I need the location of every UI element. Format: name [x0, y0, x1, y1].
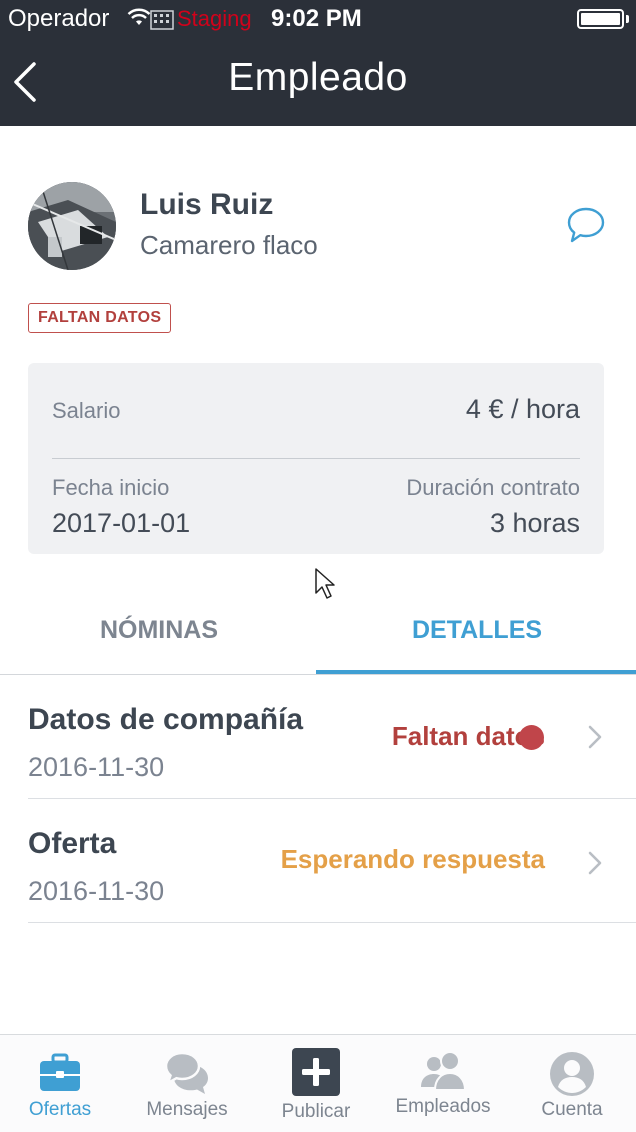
row-title: Oferta	[28, 827, 117, 860]
start-date-value: 2017-01-01	[52, 508, 191, 538]
status-badge: FALTAN DATOS	[28, 303, 172, 333]
row-divider	[28, 922, 636, 923]
tab-mensajes[interactable]: Mensajes	[127, 1035, 247, 1132]
briefcase-icon	[40, 1053, 80, 1091]
duration-label: Duración contrato	[406, 475, 580, 500]
building-icon	[150, 10, 174, 30]
chevron-right-icon	[588, 725, 602, 749]
alert-dot-icon	[519, 725, 544, 750]
salary-value: 4 € / hora	[465, 394, 580, 424]
environment-label: Staging	[177, 6, 252, 31]
mouse-cursor-icon	[315, 568, 335, 599]
row-date: 2016-11-30	[28, 752, 165, 782]
tab-label: Ofertas	[28, 1099, 92, 1120]
salary-label: Salario	[52, 398, 121, 423]
employee-role: Camarero flaco	[140, 230, 318, 260]
list-item-company-data[interactable]: Datos de compañía 2016-11-30 Faltan dato…	[28, 675, 636, 799]
status-bar: Operador Staging 9:02 PM	[0, 0, 636, 38]
tab-label: Cuenta	[541, 1099, 603, 1120]
bottom-tab-bar: Ofertas Mensajes Publicar Empleados Cuen…	[0, 1034, 636, 1132]
page-title: Empleado	[228, 56, 408, 99]
tab-label: Mensajes	[146, 1099, 228, 1120]
avatar	[28, 182, 116, 270]
battery-level	[581, 13, 620, 25]
carrier-label: Operador	[8, 5, 110, 32]
contract-info-card: Salario 4 € / hora Fecha inicio 2017-01-…	[28, 363, 604, 554]
tab-empleados[interactable]: Empleados	[383, 1035, 503, 1132]
row-date: 2016-11-30	[28, 876, 165, 906]
tab-ofertas[interactable]: Ofertas	[0, 1035, 120, 1132]
tab-detalles[interactable]: DETALLES	[318, 600, 636, 675]
clock: 9:02 PM	[271, 5, 362, 32]
tab-publicar[interactable]: Publicar	[256, 1035, 376, 1132]
wifi-icon	[127, 8, 151, 25]
navigation-bar: Empleado	[0, 38, 636, 126]
chat-bubbles-icon	[164, 1051, 208, 1094]
battery-icon	[577, 9, 624, 29]
plus-square-icon	[292, 1048, 340, 1096]
chat-icon[interactable]	[566, 205, 606, 245]
tab-label: Publicar	[281, 1101, 351, 1122]
card-divider	[52, 458, 580, 459]
row-status: Esperando respuesta	[280, 844, 545, 874]
people-icon	[421, 1051, 467, 1091]
avatar-photo	[28, 182, 116, 270]
employee-name: Luis Ruiz	[140, 188, 274, 221]
start-date-label: Fecha inicio	[52, 475, 170, 500]
tab-nominas[interactable]: NÓMINAS	[0, 600, 318, 675]
row-title: Datos de compañía	[28, 703, 304, 736]
tab-cuenta[interactable]: Cuenta	[512, 1035, 632, 1132]
battery-tip	[626, 15, 629, 23]
chevron-right-icon	[588, 851, 602, 875]
user-icon	[550, 1052, 594, 1096]
duration-value: 3 horas	[489, 508, 580, 538]
tab-label: Empleados	[395, 1096, 491, 1117]
list-item-offer[interactable]: Oferta 2016-11-30 Esperando respuesta	[28, 799, 636, 923]
